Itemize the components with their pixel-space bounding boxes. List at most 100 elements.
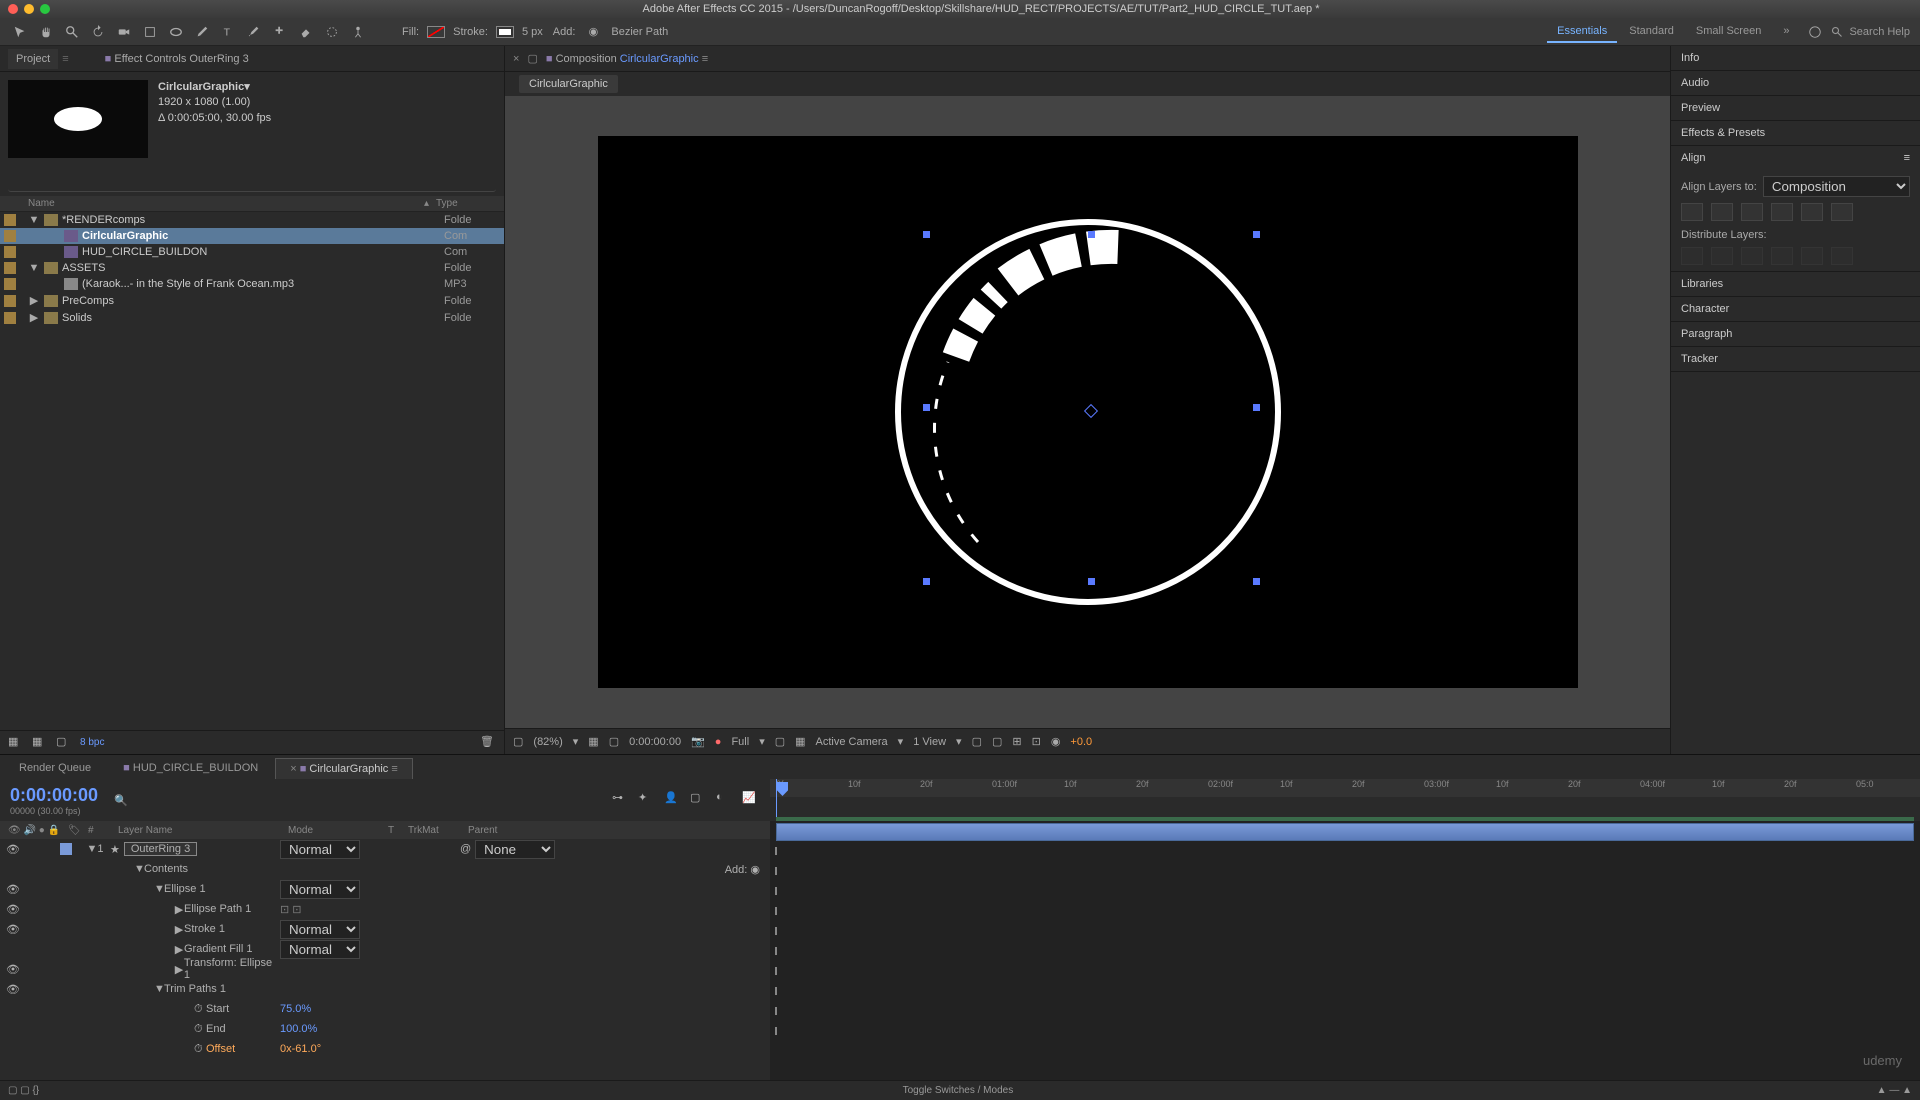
shape-item-row[interactable]: 👁 ▶Ellipse Path 1 ⊡ ⊡ (0, 899, 770, 919)
effect-controls-tab[interactable]: ■ Effect Controls OuterRing 3 (97, 49, 257, 69)
mode-select[interactable]: Normal (280, 840, 360, 859)
resolution-dropdown-icon[interactable]: ▾ (759, 735, 765, 748)
shape-item-row[interactable]: 👁 ▶Transform: Ellipse 1 (0, 959, 770, 979)
viewer-tab[interactable]: ■ Composition CirlcularGraphic ≡ (546, 53, 708, 65)
viewer-close-icon[interactable]: × (513, 53, 519, 65)
distribute-bottom-icon[interactable] (1741, 247, 1763, 265)
toggle-switches-modes[interactable]: Toggle Switches / Modes (903, 1085, 1014, 1096)
twirl-icon[interactable]: ▼ (154, 983, 164, 995)
add-menu-icon[interactable]: ◉ (583, 22, 603, 42)
add-shape-icon[interactable]: ◉ (750, 864, 760, 876)
eye-icon[interactable]: 👁 (6, 843, 20, 856)
search-help[interactable]: Search Help (1831, 26, 1910, 38)
stopwatch-icon[interactable]: ⏱ (194, 1043, 206, 1055)
stroke-width[interactable]: 5 px (522, 26, 543, 38)
close-window-button[interactable] (8, 4, 18, 14)
tracker-panel[interactable]: Tracker (1671, 347, 1920, 371)
twirl-icon[interactable]: ▼ (154, 883, 164, 895)
type-tool-icon[interactable]: T (218, 22, 238, 42)
view-layout[interactable]: 1 View (913, 736, 946, 748)
info-panel[interactable]: Info (1671, 46, 1920, 70)
timeline-tracks[interactable] (770, 821, 1920, 1080)
timeline-footer-icon[interactable]: ▢ ▢ {} (8, 1085, 39, 1096)
current-time-indicator[interactable] (776, 779, 777, 821)
timeline-search-icon[interactable]: 🔍 (114, 794, 128, 807)
current-time[interactable]: 0:00:00:00 (629, 736, 681, 748)
selection-tool-icon[interactable] (10, 22, 30, 42)
property-row[interactable]: ⏱ Offset 0x-61.0° (0, 1039, 770, 1059)
shape-item-row[interactable]: 👁 ▼Trim Paths 1 (0, 979, 770, 999)
interpret-footage-icon[interactable]: ▦ (8, 735, 24, 751)
contents-twirl-icon[interactable]: ▼ (134, 863, 144, 875)
breadcrumb[interactable]: CirlcularGraphic (519, 75, 618, 93)
maximize-window-button[interactable] (40, 4, 50, 14)
motion-blur-icon[interactable]: ◐ (716, 791, 734, 809)
project-tree[interactable]: ▼ *RENDERcomps Folde CirlcularGraphic Co… (0, 212, 504, 730)
col-parent[interactable]: Parent (464, 825, 766, 836)
fill-swatch[interactable] (427, 26, 445, 38)
col-type-header[interactable]: Type (436, 198, 496, 209)
bezier-path-toggle[interactable]: Bezier Path (611, 26, 668, 38)
twirl-icon[interactable]: ▶ (174, 943, 184, 956)
stopwatch-icon[interactable]: ⏱ (194, 1003, 206, 1015)
workspace-essentials[interactable]: Essentials (1547, 21, 1617, 43)
comp-flowchart-icon[interactable]: ⊡ (1032, 735, 1041, 748)
roto-tool-icon[interactable] (322, 22, 342, 42)
align-hcenter-icon[interactable] (1711, 203, 1733, 221)
pickwhip-icon[interactable]: @ (460, 843, 471, 855)
minimize-window-button[interactable] (24, 4, 34, 14)
shape-item-row[interactable]: 👁 ▼Ellipse 1 Normal (0, 879, 770, 899)
twirl-icon[interactable]: ▶ (174, 923, 184, 936)
project-tab[interactable]: Project (8, 49, 58, 69)
layer-name[interactable]: OuterRing 3 (124, 842, 197, 856)
tree-row[interactable]: ▼ *RENDERcomps Folde (0, 212, 504, 228)
distribute-left-icon[interactable] (1771, 247, 1793, 265)
label-swatch[interactable] (4, 278, 16, 290)
eye-icon[interactable]: 👁 (6, 883, 20, 896)
trash-icon[interactable]: 🗑 (480, 735, 496, 751)
label-swatch[interactable] (4, 295, 16, 307)
timeline-icon[interactable]: ⊞ (1012, 735, 1021, 748)
layer-bar[interactable] (776, 823, 1914, 841)
tree-row[interactable]: ▼ ASSETS Folde (0, 260, 504, 276)
mode-select[interactable]: Normal (280, 920, 360, 939)
label-swatch[interactable] (60, 843, 72, 855)
zoom-value[interactable]: (82%) (533, 736, 562, 748)
tab-hud-circle[interactable]: ■ HUD_CIRCLE_BUILDON (108, 757, 273, 779)
brush-tool-icon[interactable] (244, 22, 264, 42)
layer-row[interactable]: 👁 ▼1 ★OuterRing 3 Normal @None (0, 839, 770, 859)
fast-previews-icon[interactable]: ▢ (992, 735, 1002, 748)
graph-editor-icon[interactable]: 📈 (742, 791, 760, 809)
tree-row[interactable]: ▶ PreComps Folde (0, 292, 504, 309)
twirl-icon[interactable]: ▶ (174, 903, 184, 916)
shape-item-row[interactable]: ▶Gradient Fill 1 Normal (0, 939, 770, 959)
tree-twirl-icon[interactable]: ▶ (28, 294, 40, 307)
label-swatch[interactable] (4, 312, 16, 324)
label-swatch[interactable] (4, 262, 16, 274)
effects-presets-panel[interactable]: Effects & Presets (1671, 121, 1920, 145)
new-folder-icon[interactable]: ▢ (56, 735, 72, 751)
property-value[interactable]: 75.0% (280, 1003, 311, 1015)
active-camera[interactable]: Active Camera (816, 736, 888, 748)
col-mode[interactable]: Mode (284, 825, 384, 836)
composition-canvas[interactable] (598, 136, 1578, 688)
stopwatch-icon[interactable]: ⏱ (194, 1023, 206, 1035)
mode-select[interactable]: Normal (280, 880, 360, 899)
zoom-dropdown-icon[interactable]: ▾ (573, 735, 579, 748)
workspace-overflow-icon[interactable]: » (1773, 21, 1799, 43)
align-to-select[interactable]: Composition (1763, 176, 1910, 197)
workspace-standard[interactable]: Standard (1619, 21, 1684, 43)
parent-select[interactable]: None (475, 840, 555, 859)
align-left-icon[interactable] (1681, 203, 1703, 221)
rotate-tool-icon[interactable] (88, 22, 108, 42)
property-row[interactable]: ⏱ Start 75.0% (0, 999, 770, 1019)
twirl-icon[interactable]: ▶ (174, 963, 184, 976)
distribute-hcenter-icon[interactable] (1801, 247, 1823, 265)
snapshot-icon[interactable]: 📷 (691, 735, 705, 748)
hand-tool-icon[interactable] (36, 22, 56, 42)
magnification-icon[interactable]: ▢ (513, 735, 523, 748)
camera-tool-icon[interactable] (114, 22, 134, 42)
transparency-grid-icon[interactable]: ▦ (795, 735, 805, 748)
tree-row[interactable]: ▶ Solids Folde (0, 309, 504, 326)
distribute-top-icon[interactable] (1681, 247, 1703, 265)
